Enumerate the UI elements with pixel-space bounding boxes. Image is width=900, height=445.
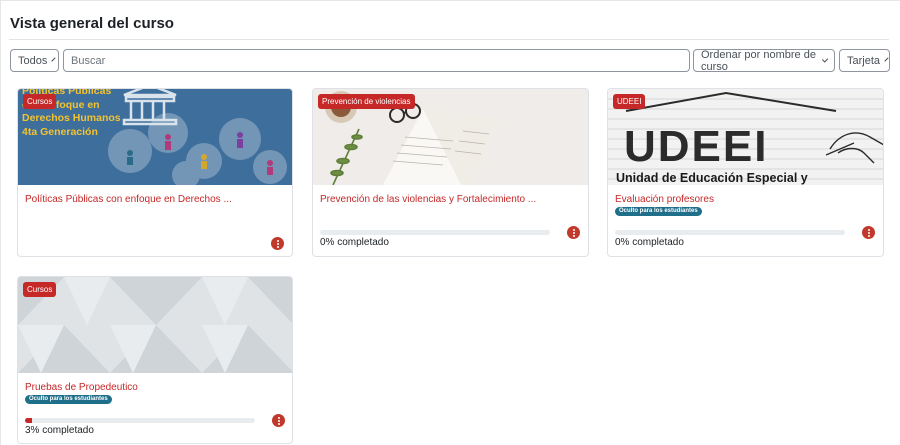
title-divider (9, 39, 889, 40)
course-image-text: 4ta Generación (22, 126, 98, 138)
sort-dropdown-label: Ordenar por nombre de curso (701, 48, 816, 73)
course-name-link[interactable]: Prevención de las violencias y Fortaleci… (320, 194, 536, 205)
course-category-badge: Cursos (23, 94, 57, 109)
course-category-badge: Prevención de violencias (318, 94, 415, 109)
grouping-dropdown[interactable]: Todos (10, 49, 59, 72)
progress-text: 0% completado (615, 237, 684, 248)
view-dropdown[interactable]: Tarjeta (839, 49, 890, 72)
course-category-badge: Cursos (23, 282, 57, 297)
progress-bar (615, 230, 845, 235)
course-image[interactable] (18, 277, 292, 373)
course-card[interactable]: UDEEI Unidad de Educación Especial y UDE… (607, 88, 884, 257)
progress-text: 0% completado (320, 237, 389, 248)
view-dropdown-label: Tarjeta (847, 54, 881, 67)
search-placeholder: Buscar (71, 54, 106, 67)
course-card[interactable]: Prevención de violencias Prevención de l… (312, 88, 589, 257)
sort-dropdown[interactable]: Ordenar por nombre de curso (693, 48, 835, 73)
kebab-menu-icon[interactable] (271, 237, 284, 250)
course-overview-block: Vista general del curso Todos Buscar Ord… (0, 0, 900, 445)
course-image-text: UDEEI (624, 122, 768, 171)
course-image[interactable]: UDEEI Unidad de Educación Especial y (608, 89, 883, 185)
hidden-status-badge: Oculto para los estudiantes (615, 207, 702, 216)
course-category-badge: UDEEI (613, 94, 646, 109)
progress-bar (25, 418, 255, 423)
course-name-link[interactable]: Políticas Públicas con enfoque en Derech… (25, 194, 232, 205)
course-card[interactable]: Políticas Públicas con enfoque en Derech… (17, 88, 293, 257)
page-title: Vista general del curso (10, 15, 174, 32)
course-image-text: Derechos Humanos (22, 112, 121, 124)
kebab-menu-icon[interactable] (567, 226, 580, 239)
course-name-link[interactable]: Pruebas de Propedeutico (25, 382, 138, 393)
course-image[interactable]: Políticas Públicas con enfoque en Derech… (18, 89, 292, 185)
progress-bar (320, 230, 550, 235)
kebab-menu-icon[interactable] (272, 414, 285, 427)
kebab-menu-icon[interactable] (862, 226, 875, 239)
chevron-down-icon (821, 55, 829, 63)
course-name-link[interactable]: Evaluación profesores (615, 194, 714, 205)
chevron-down-icon (51, 56, 56, 62)
course-card[interactable]: Cursos Pruebas de Propedeutico Oculto pa… (17, 276, 293, 444)
search-input[interactable]: Buscar (63, 49, 690, 72)
hidden-status-badge: Oculto para los estudiantes (25, 395, 112, 404)
chevron-down-icon (884, 56, 889, 62)
course-image-text: Unidad de Educación Especial y (616, 171, 808, 185)
progress-text: 3% completado (25, 425, 94, 436)
grouping-dropdown-label: Todos (18, 54, 48, 67)
